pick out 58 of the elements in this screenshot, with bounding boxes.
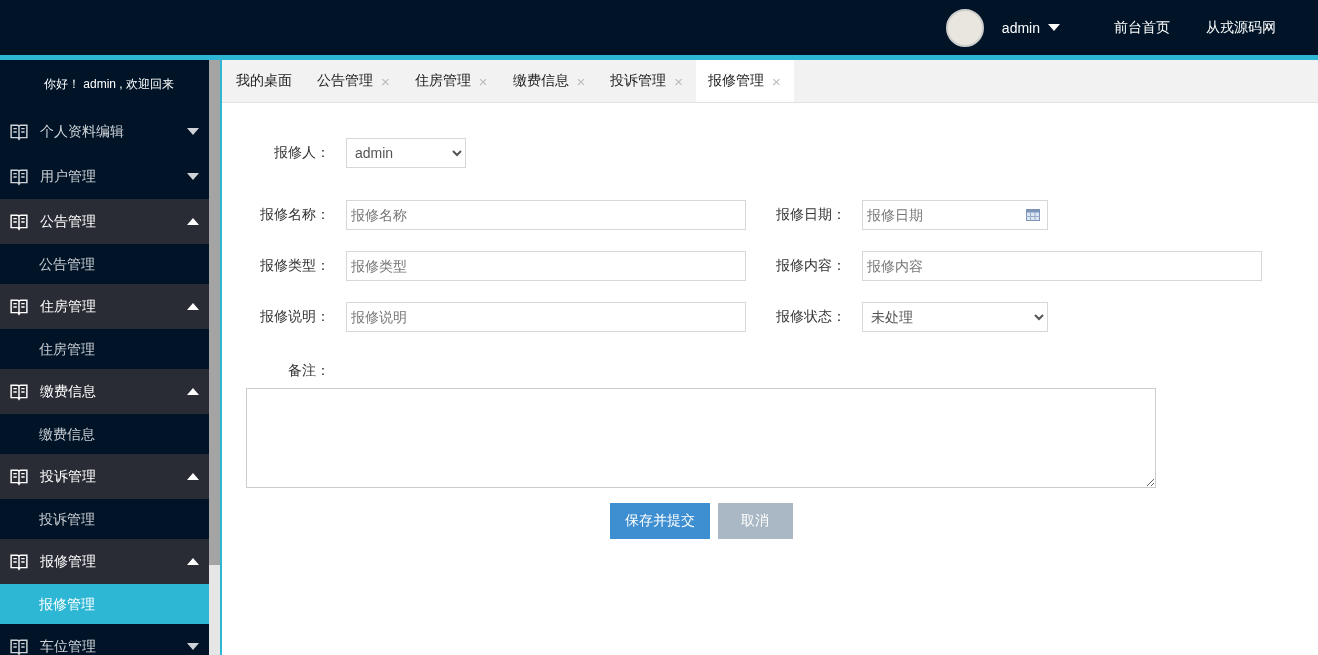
caret-icon xyxy=(187,218,199,225)
tab[interactable]: 报修管理 × xyxy=(696,60,794,102)
reporter-select[interactable]: admin xyxy=(346,138,466,168)
tab[interactable]: 缴费信息 × xyxy=(500,60,599,102)
menu-group[interactable]: 用户管理 xyxy=(0,154,209,199)
input-field[interactable]: 报修说明 xyxy=(346,302,746,332)
calendar-icon[interactable] xyxy=(1026,209,1040,221)
field-label: 报修状态： xyxy=(775,308,846,326)
nav-link[interactable]: 前台首页 xyxy=(1108,18,1176,37)
book-icon xyxy=(8,122,30,141)
book-icon xyxy=(8,212,30,231)
caret-icon xyxy=(187,473,199,480)
user-menu[interactable]: admin xyxy=(1001,19,1060,36)
tab[interactable]: 公告管理 × xyxy=(305,60,403,102)
nav-link[interactable]: 从戎源码网 xyxy=(1200,18,1282,37)
caret-icon xyxy=(187,558,199,565)
menu-item[interactable]: 投诉管理 xyxy=(0,499,209,539)
book-icon xyxy=(8,167,30,186)
date-field[interactable]: 报修日期 xyxy=(862,200,1048,230)
book-icon xyxy=(8,467,30,486)
book-icon xyxy=(8,637,30,655)
input-field[interactable]: 报修类型 xyxy=(346,251,746,281)
field-label: 报修内容： xyxy=(775,257,846,275)
tab[interactable]: 住房管理 × xyxy=(402,60,501,102)
menu-item[interactable]: 公告管理 xyxy=(0,244,209,284)
menu-item[interactable]: 缴费信息 xyxy=(0,414,209,454)
tab[interactable]: 投诉管理 × xyxy=(598,60,697,102)
tab[interactable]: 我的桌面 xyxy=(224,60,305,102)
input-field[interactable]: 报修内容 xyxy=(862,251,1262,281)
menu-group[interactable]: 缴费信息 xyxy=(0,369,209,414)
avatar[interactable] xyxy=(945,8,984,47)
menu-item[interactable]: 住房管理 xyxy=(0,329,209,369)
menu-group[interactable]: 车位管理 xyxy=(0,624,209,655)
caret-icon xyxy=(187,643,199,650)
menu-group[interactable]: 住房管理 xyxy=(0,284,209,329)
field-label: 报修名称： xyxy=(259,206,330,224)
book-icon xyxy=(8,297,30,316)
book-icon xyxy=(8,552,30,571)
notes-textarea[interactable] xyxy=(246,388,1156,488)
caret-icon xyxy=(187,128,199,135)
book-icon xyxy=(8,382,30,401)
field-label: 报修类型： xyxy=(259,257,330,275)
field-label: 报修日期： xyxy=(775,206,846,224)
scrollbar-thumb[interactable] xyxy=(209,60,220,565)
menu-group[interactable]: 投诉管理 xyxy=(0,454,209,499)
field-label: 备注： xyxy=(287,362,330,380)
status-select[interactable]: 未处理 xyxy=(862,302,1048,332)
field-label: 报修人： xyxy=(273,144,330,162)
caret-icon xyxy=(187,303,199,310)
caret-icon xyxy=(187,388,199,395)
menu-group[interactable]: 报修管理 xyxy=(0,539,209,584)
input-field[interactable]: 报修名称 xyxy=(346,200,746,230)
menu-group[interactable]: 个人资料编辑 xyxy=(0,109,209,154)
menu-group[interactable]: 公告管理 xyxy=(0,199,209,244)
caret-icon xyxy=(1048,24,1060,31)
welcome-text: 你好！ admin , 欢迎回来 xyxy=(43,76,176,93)
field-label: 报修说明： xyxy=(259,308,330,326)
caret-icon xyxy=(187,173,199,180)
